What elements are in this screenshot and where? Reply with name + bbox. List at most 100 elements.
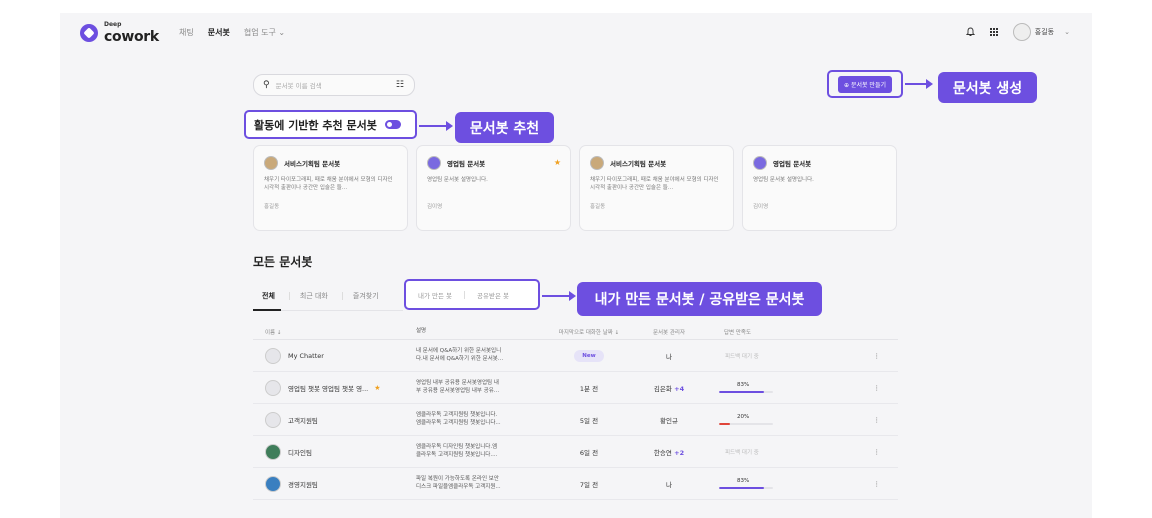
main-nav: 채팅 문서봇 협업 도구 ⌄ <box>179 27 285 38</box>
callout-arrow-tabs <box>542 291 576 301</box>
recommend-label-text: 활동에 기반한 추천 문서봇 <box>254 118 377 132</box>
col-desc: 설명 <box>416 328 427 335</box>
create-docbot-button-highlight[interactable]: ⊕ 문서봇 만들기 <box>827 70 903 98</box>
more-menu-icon[interactable]: ⋮ <box>789 416 898 424</box>
more-menu-icon[interactable]: ⋮ <box>789 480 898 488</box>
logo-text: cowork <box>104 29 159 45</box>
row-name: 영업팀 챗봇 영업팀 챗봇 영... <box>288 384 369 393</box>
avatar <box>1012 23 1031 41</box>
new-badge: New <box>574 349 604 362</box>
create-docbot-button[interactable]: ⊕ 문서봇 만들기 <box>838 75 892 93</box>
row-satisfaction: 20% <box>709 414 789 426</box>
row-last-chat: 5일 전 <box>579 416 599 425</box>
card-title: 영업팀 문서봇 <box>773 160 812 168</box>
callout-arrow-recommend <box>419 121 453 131</box>
recommend-card[interactable]: 영업팀 문서봇 영업팀 문서봇 설명입니다. 김이영 ★ <box>416 145 571 231</box>
row-avatar <box>265 475 281 492</box>
card-avatar <box>753 156 767 170</box>
app-window: Deep cowork 채팅 문서봇 협업 도구 ⌄ 홍길동 ⌄ ⚲ 문서봇 이… <box>60 13 1092 518</box>
tab-favorites[interactable]: 즐겨찾기 <box>343 291 393 301</box>
more-menu-icon[interactable]: ⋮ <box>789 448 898 456</box>
tab-recent[interactable]: 최근 대화 <box>290 291 342 301</box>
row-avatar <box>265 411 281 428</box>
bell-icon[interactable] <box>965 27 975 37</box>
table-row[interactable]: 디자인팀 엠클라우독 디자인팀 챗봇입니다.엠 클라우독 고객지원팀 챗봇입니다..… <box>253 436 898 468</box>
row-manager: 김은화 +4 <box>653 384 685 393</box>
card-title: 서비스기획팀 문서봇 <box>610 160 667 168</box>
callout-create: 문서봇 생성 <box>938 72 1037 103</box>
search-box[interactable]: ⚲ 문서봇 이름 검색 ☷ <box>253 74 415 96</box>
apps-grid-icon[interactable] <box>989 27 999 37</box>
tab-group-highlight: 내가 만든 봇 공유받은 봇 <box>404 279 540 310</box>
row-name: 경영지원팀 <box>288 480 318 489</box>
star-icon[interactable]: ★ <box>374 384 380 392</box>
manager-more-count[interactable]: +2 <box>672 449 684 457</box>
recommend-card[interactable]: 서비스기획팀 문서봇 채우기 타이포그래피, 때로 채움 분야에서 모형의 디자… <box>253 145 408 231</box>
top-bar: Deep cowork 채팅 문서봇 협업 도구 ⌄ 홍길동 ⌄ <box>60 13 1092 53</box>
user-menu[interactable]: 홍길동 ⌄ <box>1012 23 1070 41</box>
user-name: 홍길동 <box>1034 28 1055 36</box>
col-last[interactable]: 마지막으로 대화한 날짜 ↓ <box>549 328 629 336</box>
col-manager: 문서봇 관리자 <box>652 330 686 336</box>
row-manager: 나 <box>666 480 672 489</box>
search-icon: ⚲ <box>263 80 270 90</box>
row-avatar <box>265 347 281 364</box>
row-satisfaction: 83% <box>709 382 789 394</box>
row-manager: 나 <box>666 352 672 361</box>
tab-all[interactable]: 전체 <box>253 291 289 301</box>
nav-tools[interactable]: 협업 도구 ⌄ <box>244 27 285 38</box>
logo-icon <box>80 24 98 42</box>
row-desc: 영업팀 내부 공유용 문서봇영업팀 내부 공유용 문서봇영업팀 내부 공유... <box>416 379 500 394</box>
row-name: My Chatter <box>288 351 324 360</box>
nav-docbot[interactable]: 문서봇 <box>208 27 230 38</box>
callout-arrow-create <box>905 79 933 89</box>
card-owner: 김이영 <box>427 204 443 210</box>
card-desc: 영업팀 문서봇 설명입니다. <box>753 177 814 183</box>
callout-tabs: 내가 만든 문서봇 / 공유받은 문서봇 <box>577 282 822 316</box>
logo-small-text: Deep <box>104 21 122 28</box>
table-row[interactable]: 고객지원팀 엠클라우독 고객지원팀 챗봇입니다. 엠클라우독 고객지원팀 챗봇입니다… <box>253 404 898 436</box>
card-desc: 채우기 타이포그래피, 때로 채움 분야에서 모형의 디자인 시각적 출판이나 … <box>590 177 719 192</box>
tab-active-indicator <box>253 309 281 311</box>
col-name[interactable]: 이름 ↓ <box>253 328 416 336</box>
table-row[interactable]: 영업팀 챗봇 영업팀 챗봇 영... ★ 영업팀 내부 공유용 문서봇영업팀 내부 … <box>253 372 898 404</box>
filter-icon[interactable]: ☷ <box>396 80 404 90</box>
more-menu-icon[interactable]: ⋮ <box>789 384 898 392</box>
card-title: 영업팀 문서봇 <box>447 160 486 168</box>
tab-mine[interactable]: 내가 만든 봇 <box>406 290 464 300</box>
card-desc: 채우기 타이포그래피, 때로 채움 분야에서 모형의 디자인 시각적 출판이나 … <box>264 177 393 192</box>
card-owner: 김이영 <box>753 204 769 210</box>
tab-shared[interactable]: 공유받은 봇 <box>465 290 521 300</box>
row-satisfaction: 피드백 대기 중 <box>725 449 759 456</box>
col-satisfaction: 답변 만족도 <box>724 330 752 336</box>
logo[interactable]: Deep cowork <box>80 22 159 44</box>
table-row[interactable]: My Chatter 내 문서에 Q&A하기 위한 문서봇입니 다.내 문서에 Q&… <box>253 340 898 372</box>
more-menu-icon[interactable]: ⋮ <box>789 352 898 360</box>
row-last-chat: New <box>549 349 629 362</box>
nav-chat[interactable]: 채팅 <box>179 27 194 38</box>
row-last-chat: 6일 전 <box>579 448 599 457</box>
recommended-cards: 서비스기획팀 문서봇 채우기 타이포그래피, 때로 채움 분야에서 모형의 디자… <box>253 145 897 231</box>
search-input[interactable]: 문서봇 이름 검색 <box>276 80 396 90</box>
list-tabs: 전체 최근 대화 즐겨찾기 <box>253 291 393 301</box>
star-icon[interactable]: ★ <box>554 158 561 167</box>
section-title: 모든 문서봇 <box>253 255 313 269</box>
row-avatar <box>265 443 281 460</box>
recommend-card[interactable]: 서비스기획팀 문서봇 채우기 타이포그래피, 때로 채움 분야에서 모형의 디자… <box>579 145 734 231</box>
satisfaction-bar <box>719 390 773 394</box>
card-avatar <box>590 156 604 170</box>
satisfaction-bar <box>719 486 773 490</box>
manager-more-count[interactable]: +4 <box>672 385 684 393</box>
card-owner: 홍길동 <box>264 204 280 210</box>
table-row[interactable]: 경영지원팀 파일 복원이 가능하도록 온라인 보안 디스크 파일을엠클라우독 고객지… <box>253 468 898 500</box>
chevron-down-icon: ⌄ <box>1064 28 1070 36</box>
table-header: 이름 ↓ 설명 마지막으로 대화한 날짜 ↓ 문서봇 관리자 답변 만족도 <box>253 325 898 340</box>
card-title: 서비스기획팀 문서봇 <box>284 160 341 168</box>
recommend-toggle[interactable] <box>384 120 401 129</box>
recommend-card[interactable]: 영업팀 문서봇 영업팀 문서봇 설명입니다. 김이영 <box>742 145 897 231</box>
row-name: 디자인팀 <box>288 448 312 457</box>
row-satisfaction: 피드백 대기 중 <box>725 353 759 360</box>
row-desc: 엠클라우독 고객지원팀 챗봇입니다. 엠클라우독 고객지원팀 챗봇입니다... <box>416 411 501 426</box>
row-manager: 한승연 +2 <box>653 448 685 457</box>
card-owner: 홍길동 <box>590 204 606 210</box>
